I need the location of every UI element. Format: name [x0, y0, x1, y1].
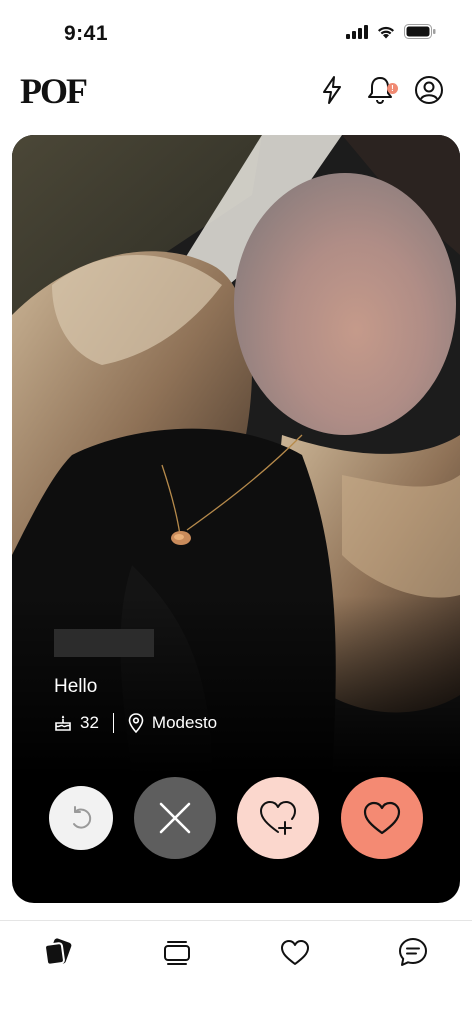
- chat-icon: [399, 938, 427, 966]
- home-indicator: [165, 1010, 307, 1015]
- heart-icon: [363, 801, 401, 835]
- location-pin-icon: [128, 713, 144, 733]
- profile-age: 32: [80, 713, 99, 732]
- profile-location: Modesto: [151, 713, 218, 732]
- wifi-icon: [378, 26, 394, 38]
- name-redacted: [54, 629, 154, 657]
- signal-icon: [346, 24, 368, 39]
- like-button[interactable]: [341, 777, 423, 859]
- nav-tab-cards[interactable]: [40, 934, 76, 970]
- stack-icon: [164, 941, 190, 965]
- nav-divider: [0, 920, 472, 921]
- nav-tab-stack[interactable]: [159, 934, 195, 970]
- profile-card[interactable]: Hello 32 Modesto: [12, 135, 460, 903]
- blurred-face: [234, 173, 456, 435]
- super-like-icon: [260, 801, 296, 835]
- boost-icon[interactable]: [316, 74, 348, 106]
- undo-button[interactable]: [49, 786, 113, 850]
- status-icons: [346, 24, 436, 39]
- status-time: 9:41: [64, 22, 109, 45]
- app-logo: POF: [20, 71, 88, 111]
- undo-icon: [73, 806, 92, 829]
- profile-button[interactable]: [413, 74, 445, 106]
- heart-outline-icon: [281, 940, 309, 965]
- meta-divider: [112, 713, 114, 733]
- battery-icon: [404, 24, 436, 39]
- nav-tab-likes[interactable]: [277, 934, 313, 970]
- profile-bio: Hello: [54, 676, 98, 697]
- notification-badge: !: [387, 83, 398, 94]
- cake-icon: [55, 715, 71, 731]
- pass-button[interactable]: [134, 777, 216, 859]
- notifications-button[interactable]: !: [364, 74, 398, 106]
- close-icon: [159, 802, 191, 834]
- super-like-button[interactable]: [237, 777, 319, 859]
- nav-tab-chat[interactable]: [395, 934, 431, 970]
- profile-meta: 32 Modesto: [54, 713, 217, 733]
- cards-icon: [44, 938, 72, 966]
- profile-icon: [415, 76, 443, 104]
